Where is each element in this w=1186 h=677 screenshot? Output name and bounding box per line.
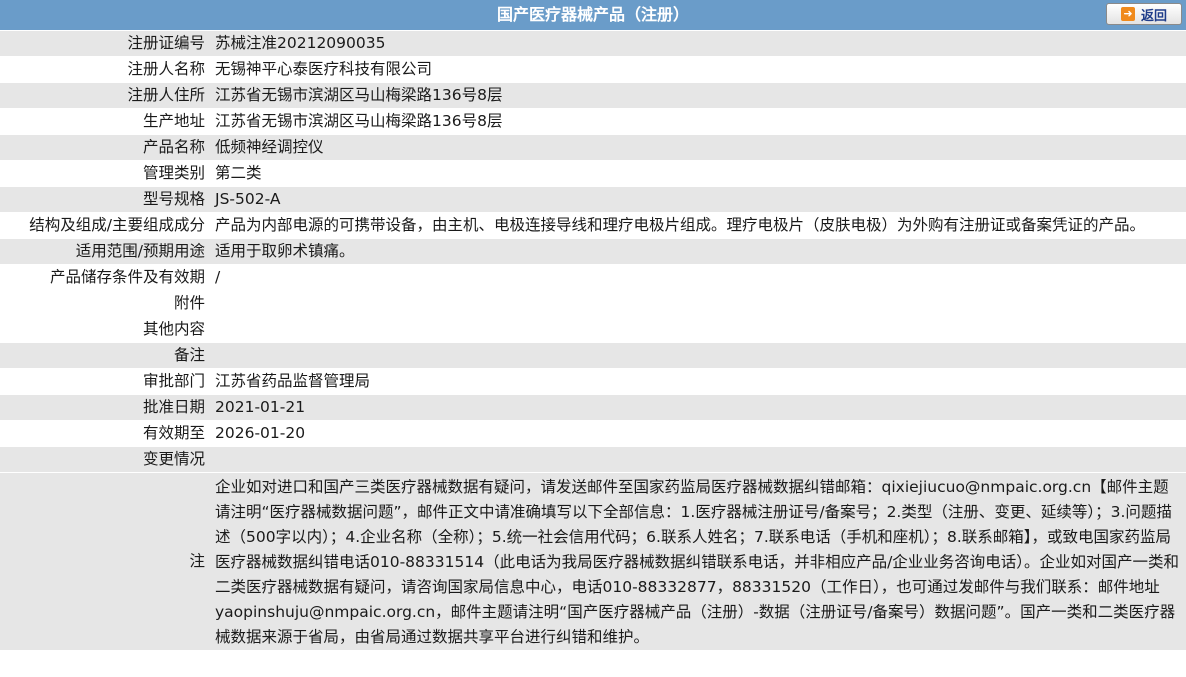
row-value: 江苏省无锡市滨湖区马山梅梁路136号8层 xyxy=(210,108,1186,135)
detail-table: 注册证编号 苏械注准20212090035 注册人名称 无锡神平心泰医疗科技有限… xyxy=(0,31,1186,651)
note-row: 注 企业如对进口和国产三类医疗器械数据有疑问，请发送邮件至国家药监局医疗器械数据… xyxy=(0,472,1186,651)
table-row: 适用范围/预期用途 适用于取卵术镇痛。 xyxy=(0,238,1186,265)
row-label: 适用范围/预期用途 xyxy=(0,238,210,265)
row-label: 产品名称 xyxy=(0,134,210,161)
arrow-right-icon: ➜ xyxy=(1120,7,1135,21)
table-row: 附件 xyxy=(0,290,1186,317)
title-bar: 国产医疗器械产品（注册） ➜ 返回 xyxy=(0,0,1186,31)
table-row: 审批部门 江苏省药品监督管理局 xyxy=(0,368,1186,395)
row-label: 批准日期 xyxy=(0,394,210,421)
note-label: 注 xyxy=(0,472,210,651)
row-label: 生产地址 xyxy=(0,108,210,135)
row-value xyxy=(210,446,1186,473)
row-label: 有效期至 xyxy=(0,420,210,447)
row-label: 注册人住所 xyxy=(0,82,210,109)
row-value: JS-502-A xyxy=(210,186,1186,213)
row-label: 型号规格 xyxy=(0,186,210,213)
table-row: 备注 xyxy=(0,342,1186,369)
row-value xyxy=(210,316,1186,343)
row-label: 变更情况 xyxy=(0,446,210,473)
row-value xyxy=(210,290,1186,317)
table-row: 变更情况 xyxy=(0,446,1186,473)
row-label: 产品储存条件及有效期 xyxy=(0,264,210,291)
row-value: 产品为内部电源的可携带设备，由主机、电极连接导线和理疗电极片组成。理疗电极片（皮… xyxy=(210,212,1186,239)
table-row: 有效期至 2026-01-20 xyxy=(0,420,1186,447)
row-value: 2021-01-21 xyxy=(210,394,1186,421)
row-value: 江苏省药品监督管理局 xyxy=(210,368,1186,395)
table-row: 批准日期 2021-01-21 xyxy=(0,394,1186,421)
table-row: 注册人名称 无锡神平心泰医疗科技有限公司 xyxy=(0,56,1186,83)
row-value: 第二类 xyxy=(210,160,1186,187)
row-value: 适用于取卵术镇痛。 xyxy=(210,238,1186,265)
page-title: 国产医疗器械产品（注册） xyxy=(496,5,689,24)
row-label: 备注 xyxy=(0,342,210,369)
row-label: 其他内容 xyxy=(0,316,210,343)
row-value xyxy=(210,342,1186,369)
table-row: 产品名称 低频神经调控仪 xyxy=(0,134,1186,161)
table-row: 注册证编号 苏械注准20212090035 xyxy=(0,31,1186,57)
row-value: 2026-01-20 xyxy=(210,420,1186,447)
table-row: 型号规格 JS-502-A xyxy=(0,186,1186,213)
row-value: 江苏省无锡市滨湖区马山梅梁路136号8层 xyxy=(210,82,1186,109)
table-row: 生产地址 江苏省无锡市滨湖区马山梅梁路136号8层 xyxy=(0,108,1186,135)
row-value: 苏械注准20212090035 xyxy=(210,31,1186,57)
table-row: 其他内容 xyxy=(0,316,1186,343)
table-row: 注册人住所 江苏省无锡市滨湖区马山梅梁路136号8层 xyxy=(0,82,1186,109)
row-value: 低频神经调控仪 xyxy=(210,134,1186,161)
table-row: 产品储存条件及有效期 / xyxy=(0,264,1186,291)
note-text: 企业如对进口和国产三类医疗器械数据有疑问，请发送邮件至国家药监局医疗器械数据纠错… xyxy=(210,472,1186,651)
table-row: 结构及组成/主要组成成分 产品为内部电源的可携带设备，由主机、电极连接导线和理疗… xyxy=(0,212,1186,239)
row-label: 审批部门 xyxy=(0,368,210,395)
table-row: 管理类别 第二类 xyxy=(0,160,1186,187)
back-button-label: 返回 xyxy=(1140,8,1167,24)
row-label: 管理类别 xyxy=(0,160,210,187)
row-value: / xyxy=(210,264,1186,291)
row-label: 注册证编号 xyxy=(0,31,210,57)
back-button[interactable]: ➜ 返回 xyxy=(1106,3,1182,25)
row-label: 注册人名称 xyxy=(0,56,210,83)
row-label: 附件 xyxy=(0,290,210,317)
row-value: 无锡神平心泰医疗科技有限公司 xyxy=(210,56,1186,83)
row-label: 结构及组成/主要组成成分 xyxy=(0,212,210,239)
